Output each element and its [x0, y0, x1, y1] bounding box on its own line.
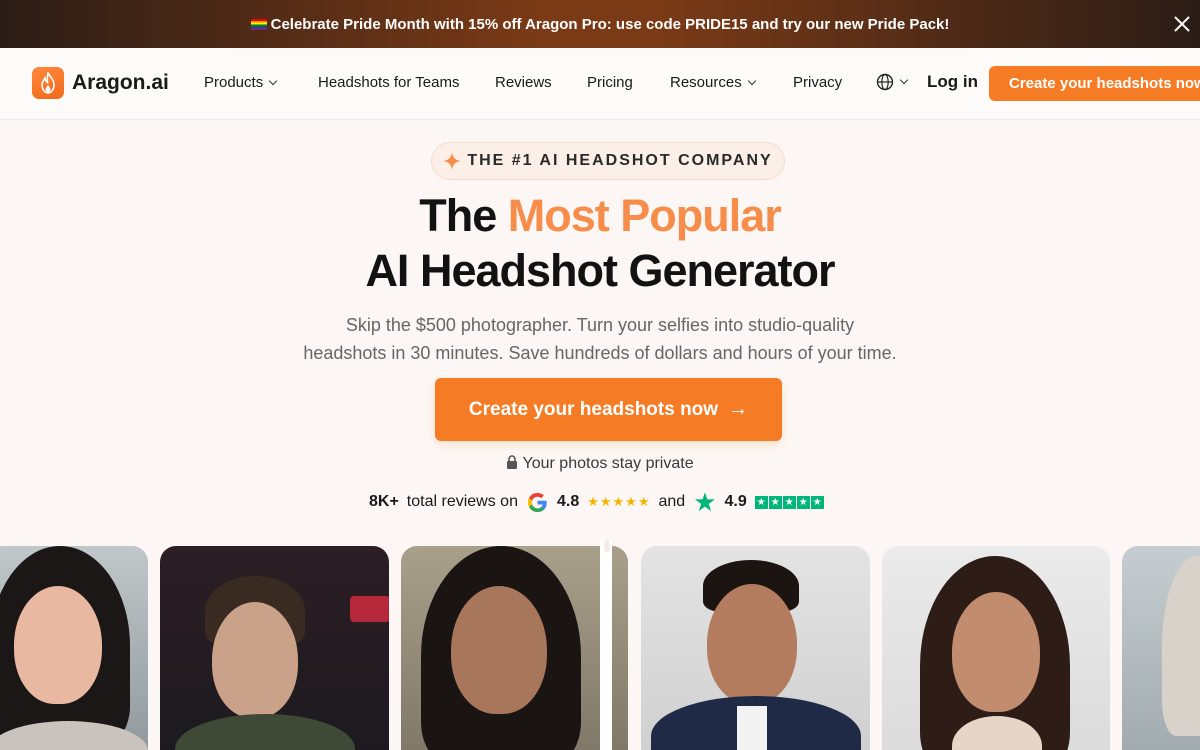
arrow-right-icon: → — [728, 398, 749, 420]
nav-reviews[interactable]: Reviews — [495, 74, 552, 91]
reviews-label: total reviews on — [406, 493, 518, 510]
nav-create-headshots-button[interactable]: Create your headshots now — [989, 66, 1200, 101]
hero-title-line2: AI Headshot Generator — [365, 245, 835, 296]
headshot-photo-2 — [160, 546, 389, 750]
divider-handle[interactable] — [604, 540, 610, 552]
chevron-down-icon — [899, 75, 909, 85]
logo[interactable]: Aragon.ai — [32, 67, 169, 99]
globe-icon — [876, 73, 894, 91]
close-icon[interactable] — [1172, 14, 1192, 34]
trustpilot-icon[interactable]: ★ — [693, 489, 716, 515]
nav-pricing[interactable]: Pricing — [587, 74, 633, 91]
trustpilot-stars-icon: ★ ★ ★ ★ ★ — [754, 495, 825, 509]
nav-products[interactable]: Products — [204, 74, 278, 91]
flame-icon — [32, 67, 64, 99]
nav-headshots-for-teams[interactable]: Headshots for Teams — [318, 74, 459, 91]
lock-icon — [507, 455, 518, 469]
hero-title-prefix: The — [419, 190, 508, 241]
privacy-note: Your photos stay private — [0, 455, 1200, 473]
nav-products-label: Products — [204, 74, 264, 91]
login-link[interactable]: Log in — [927, 72, 978, 92]
nav-reviews-label: Reviews — [495, 74, 552, 91]
eyebrow-text: THE #1 AI HEADSHOT COMPANY — [467, 152, 773, 169]
nav-teams-label: Headshots for Teams — [318, 74, 460, 91]
headshot-photo-6 — [1122, 546, 1200, 750]
google-stars-icon: ★★★★★ — [587, 494, 651, 509]
hero-title-line1: The Most Popular — [0, 190, 1200, 242]
hero-subtitle-line2: headshots in 30 minutes. Save hundreds o… — [303, 343, 897, 363]
reviews-connector: and — [658, 493, 686, 510]
nav-privacy-label: Privacy — [793, 74, 843, 91]
eyebrow-badge: THE #1 AI HEADSHOT COMPANY — [431, 142, 785, 180]
google-rating: 4.8 — [556, 493, 580, 510]
privacy-note-text: Your photos stay private — [522, 455, 694, 472]
headshot-photo-3 — [401, 546, 628, 750]
nav-privacy[interactable]: Privacy — [793, 74, 842, 91]
language-selector[interactable] — [876, 73, 909, 91]
nav-resources-label: Resources — [670, 74, 742, 91]
chevron-down-icon — [268, 76, 278, 85]
nav-resources[interactable]: Resources — [670, 74, 756, 91]
headshot-photo-4 — [641, 546, 870, 750]
headshot-photo-5 — [882, 546, 1110, 750]
google-icon[interactable] — [526, 491, 549, 514]
rainbow-flag-icon — [250, 18, 267, 30]
reviews-count: 8K+ — [369, 493, 399, 510]
hero-create-headshots-button[interactable]: Create your headshots now → — [435, 378, 782, 441]
logo-text: Aragon.ai — [72, 71, 169, 94]
trustpilot-rating: 4.9 — [724, 493, 747, 510]
promo-banner-text[interactable]: Celebrate Pride Month with 15% off Arago… — [271, 16, 950, 33]
reviews-summary: 8K+ total reviews on 4.8 ★★★★★ and ★ 4.9… — [369, 489, 825, 515]
chevron-down-icon — [747, 76, 756, 85]
sparkle-icon — [443, 152, 462, 170]
hero-title-accent: Most Popular — [507, 190, 782, 241]
hero-subtitle-line1: Skip the $500 photographer. Turn your se… — [345, 315, 855, 335]
top-navigation: Aragon.ai Products Headshots for Teams R… — [0, 48, 1200, 120]
comparison-divider[interactable] — [600, 540, 612, 750]
nav-pricing-label: Pricing — [587, 74, 633, 91]
hero-cta-label: Create your headshots now — [468, 398, 719, 420]
headshot-photo-1 — [0, 546, 148, 750]
promo-banner: Celebrate Pride Month with 15% off Arago… — [0, 0, 1200, 48]
